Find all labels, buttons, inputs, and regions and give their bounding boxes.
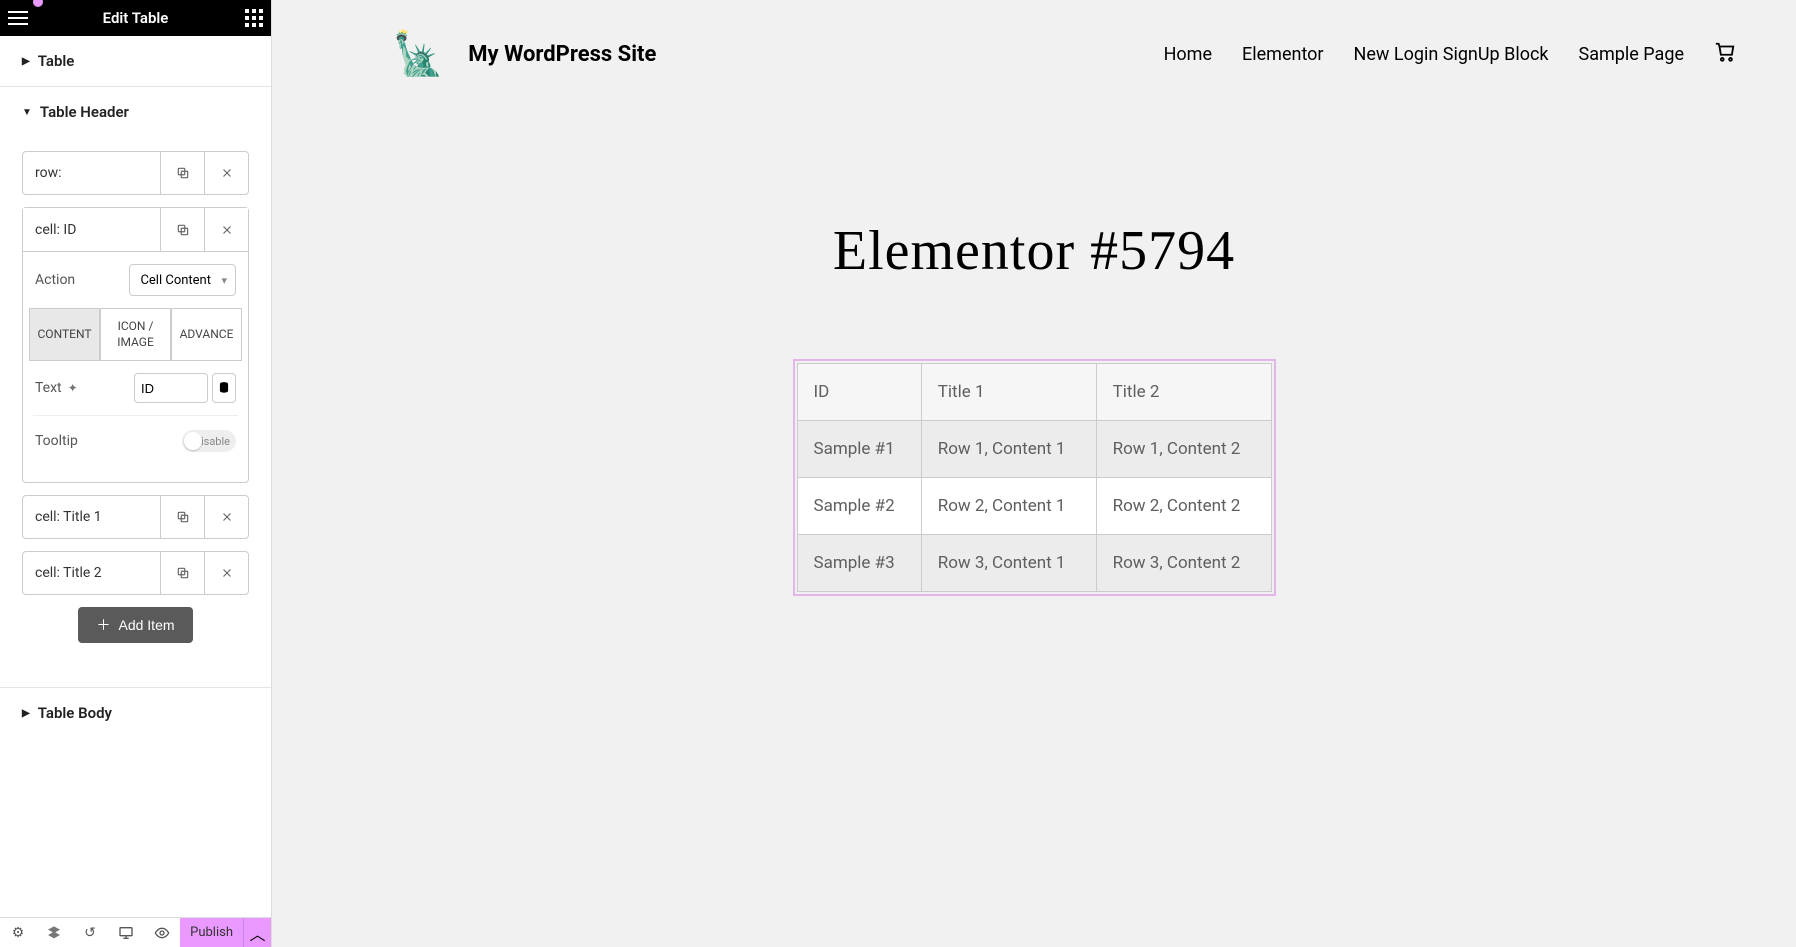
tab-advance[interactable]: ADVANCE: [171, 308, 242, 361]
settings-icon[interactable]: ⚙: [0, 918, 36, 947]
header-item-cell-id: cell: ID Action Cell Content CONTENT ICO…: [22, 207, 249, 483]
header-item-cell-title1[interactable]: cell: Title 1: [22, 495, 249, 539]
action-row: Action Cell Content: [23, 264, 248, 296]
editor-title: Edit Table: [103, 9, 169, 27]
copy-icon[interactable]: [160, 552, 204, 594]
tooltip-toggle[interactable]: Disable: [182, 430, 236, 452]
grid-icon[interactable]: [245, 9, 263, 27]
table-cell: Row 2, Content 1: [921, 478, 1096, 535]
text-input[interactable]: [134, 373, 208, 403]
chevron-right-icon: ▶: [22, 56, 30, 67]
responsive-icon[interactable]: [108, 918, 144, 947]
table-row: Sample #3 Row 3, Content 1 Row 3, Conten…: [797, 535, 1271, 592]
table-cell: Row 1, Content 2: [1096, 421, 1271, 478]
cell-tabs: CONTENT ICON / IMAGE ADVANCE: [29, 308, 242, 361]
site-logo-icon: 🗽: [392, 30, 444, 79]
hamburger-icon[interactable]: [8, 11, 28, 25]
section-table-label: Table: [38, 52, 75, 70]
table-row: Sample #1 Row 1, Content 1 Row 1, Conten…: [797, 421, 1271, 478]
chevron-down-icon: ▼: [22, 107, 32, 118]
bottom-bar: ⚙ ↺ Publish ︿: [0, 917, 271, 947]
close-icon[interactable]: [204, 496, 248, 538]
table-header-row: ID Title 1 Title 2: [797, 364, 1271, 421]
editor-panel: Edit Table ▶ Table ▼ Table Header row: c…: [0, 0, 272, 947]
header-item-cell-title1-label: cell: Title 1: [23, 509, 160, 525]
header-item-cell-id-label: cell: ID: [23, 222, 160, 238]
table-row: Sample #2 Row 2, Content 1 Row 2, Conten…: [797, 478, 1271, 535]
header-item-cell-title2-label: cell: Title 2: [23, 565, 160, 581]
action-label: Action: [35, 272, 75, 288]
chevron-up-icon: ︿: [249, 921, 265, 945]
site-title: My WordPress Site: [468, 42, 656, 67]
text-label-text: Text: [35, 380, 62, 396]
table-cell: Row 3, Content 1: [921, 535, 1096, 592]
add-item-label: Add Item: [118, 617, 174, 633]
section-table-body[interactable]: ▶ Table Body: [0, 688, 271, 738]
tooltip-toggle-state: Disable: [194, 435, 230, 448]
nav-home[interactable]: Home: [1164, 44, 1212, 65]
preview-icon[interactable]: [144, 918, 180, 947]
tab-content[interactable]: CONTENT: [29, 308, 100, 361]
cart-icon[interactable]: [1714, 41, 1736, 68]
table-cell: Sample #3: [797, 535, 921, 592]
section-table-header[interactable]: ▼ Table Header: [0, 87, 271, 137]
section-table[interactable]: ▶ Table: [0, 36, 271, 86]
table-cell: Row 2, Content 2: [1096, 478, 1271, 535]
header-item-row[interactable]: row:: [22, 151, 249, 195]
tooltip-label: Tooltip: [35, 433, 78, 449]
text-label: Text ✦: [35, 380, 78, 396]
panel-body: ▶ Table ▼ Table Header row: cell: ID: [0, 36, 271, 917]
preview-area: 🗽 My WordPress Site Home Elementor New L…: [272, 0, 1796, 947]
add-item-button[interactable]: ＋ Add Item: [78, 607, 193, 643]
chevron-right-icon: ▶: [22, 708, 30, 719]
table-cell: Row 3, Content 2: [1096, 535, 1271, 592]
copy-icon[interactable]: [160, 496, 204, 538]
action-select[interactable]: Cell Content: [129, 264, 236, 296]
tab-icon-image[interactable]: ICON / IMAGE: [100, 308, 171, 361]
tooltip-row: Tooltip Disable: [23, 430, 248, 452]
navigator-icon[interactable]: [36, 918, 72, 947]
close-icon[interactable]: [204, 208, 248, 251]
page-title: Elementor #5794: [272, 219, 1796, 283]
publish-button[interactable]: Publish: [180, 918, 243, 947]
text-row: Text ✦: [23, 373, 248, 403]
close-icon[interactable]: [204, 152, 248, 194]
editor-header: Edit Table: [0, 0, 271, 36]
sparkle-icon[interactable]: ✦: [68, 381, 78, 395]
site-nav: Home Elementor New Login SignUp Block Sa…: [1164, 41, 1736, 68]
table-header-cell: Title 1: [921, 364, 1096, 421]
header-item-cell-id-bar[interactable]: cell: ID: [23, 208, 248, 252]
header-items: row: cell: ID Action Cell Content: [0, 137, 271, 657]
section-table-body-label: Table Body: [38, 704, 112, 722]
site-header: 🗽 My WordPress Site Home Elementor New L…: [272, 0, 1796, 99]
table-header-cell: ID: [797, 364, 921, 421]
table-widget[interactable]: ID Title 1 Title 2 Sample #1 Row 1, Cont…: [797, 363, 1272, 592]
nav-elementor[interactable]: Elementor: [1242, 44, 1324, 65]
header-item-row-label: row:: [23, 165, 160, 181]
nav-sample-page[interactable]: Sample Page: [1579, 44, 1684, 65]
copy-icon[interactable]: [160, 208, 204, 251]
publish-label: Publish: [190, 925, 233, 940]
table-cell: Sample #2: [797, 478, 921, 535]
nav-new-login[interactable]: New Login SignUp Block: [1354, 44, 1549, 65]
table-header-cell: Title 2: [1096, 364, 1271, 421]
notification-dot-icon: [33, 0, 43, 7]
plus-icon: ＋: [96, 615, 110, 635]
table-cell: Row 1, Content 1: [921, 421, 1096, 478]
section-table-header-label: Table Header: [40, 103, 129, 121]
header-item-cell-title2[interactable]: cell: Title 2: [22, 551, 249, 595]
divider: [33, 415, 238, 416]
database-icon[interactable]: [212, 373, 236, 403]
action-select-value: Cell Content: [140, 273, 211, 288]
publish-options-button[interactable]: ︿: [243, 918, 271, 947]
history-icon[interactable]: ↺: [72, 918, 108, 947]
copy-icon[interactable]: [160, 152, 204, 194]
data-table: ID Title 1 Title 2 Sample #1 Row 1, Cont…: [797, 363, 1272, 592]
close-icon[interactable]: [204, 552, 248, 594]
table-cell: Sample #1: [797, 421, 921, 478]
